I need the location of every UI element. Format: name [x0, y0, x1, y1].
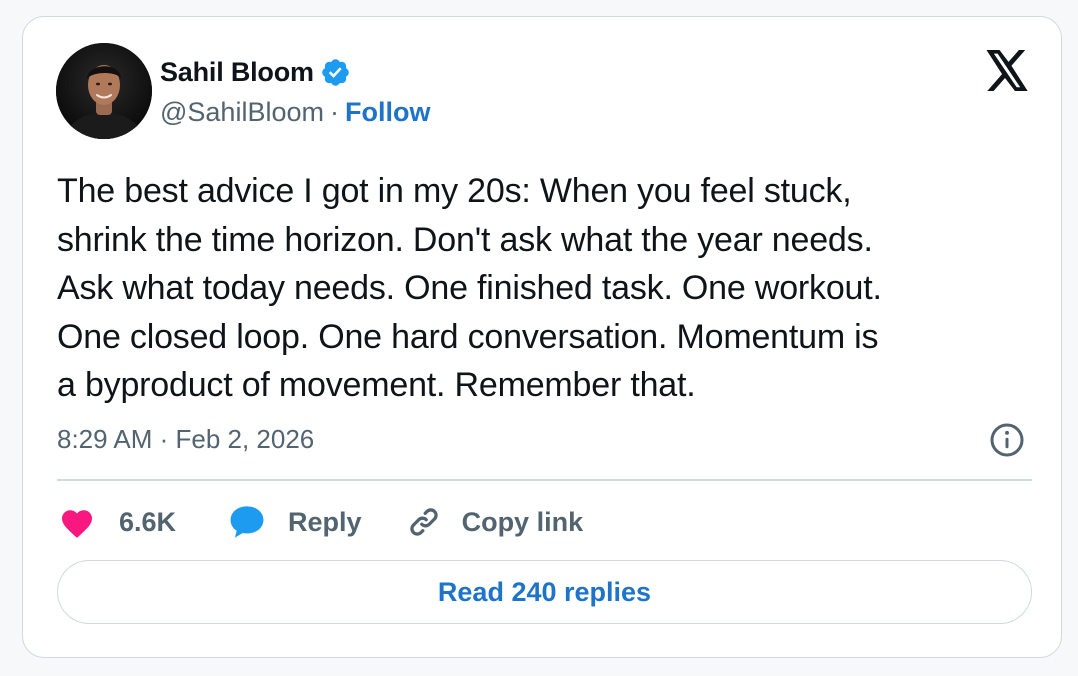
- like-count: 6.6K: [119, 506, 177, 537]
- tweet-timestamp[interactable]: 8:29 AM · Feb 2, 2026: [57, 419, 314, 459]
- action-bar: 6.6K Reply Copy link: [59, 501, 583, 543]
- author-handle[interactable]: @SahilBloom: [160, 97, 324, 128]
- author-name-row: Sahil Bloom: [160, 54, 351, 90]
- follow-button[interactable]: Follow: [345, 97, 430, 128]
- divider: [57, 479, 1032, 481]
- reply-label: Reply: [288, 506, 362, 537]
- handle-separator: ·: [329, 96, 339, 127]
- info-icon[interactable]: [989, 422, 1025, 458]
- like-button[interactable]: 6.6K: [59, 505, 176, 539]
- verified-badge-icon: [322, 58, 349, 86]
- avatar[interactable]: [56, 43, 152, 139]
- author-handle-row: @SahilBloom · Follow: [160, 94, 430, 130]
- read-replies-button[interactable]: Read 240 replies: [57, 560, 1032, 624]
- tweet-card: Sahil Bloom @SahilBloom · Follow The bes…: [22, 16, 1062, 658]
- copy-link-button[interactable]: Copy link: [406, 504, 584, 540]
- author-name[interactable]: Sahil Bloom: [160, 57, 314, 88]
- x-logo-icon[interactable]: [983, 50, 1031, 92]
- tweet-text: The best advice I got in my 20s: When yo…: [57, 172, 882, 404]
- copy-link-label: Copy link: [461, 506, 584, 537]
- heart-icon: [62, 510, 92, 538]
- reply-button[interactable]: Reply: [228, 504, 362, 540]
- speech-bubble-icon: [230, 506, 264, 538]
- link-icon: [409, 508, 438, 536]
